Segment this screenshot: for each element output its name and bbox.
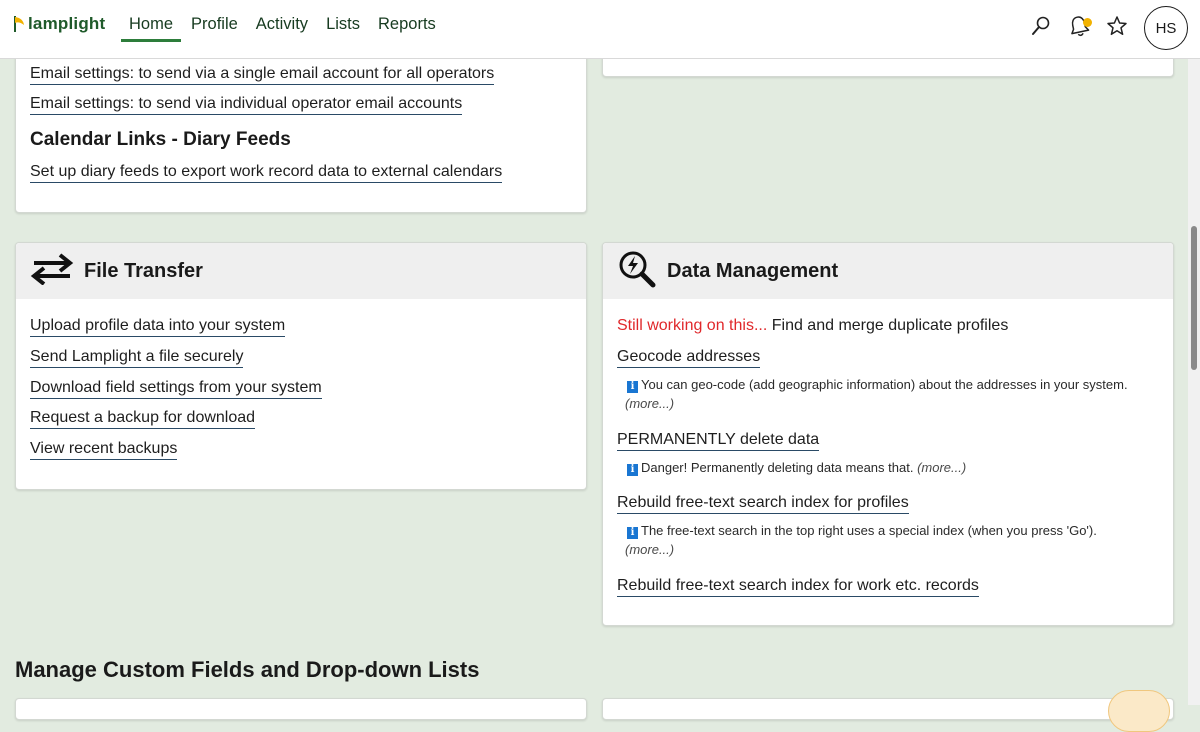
top-navigation-bar: lamplight Home Profile Activity Lists Re… [0, 0, 1200, 59]
nav-lists[interactable]: Lists [317, 0, 369, 40]
nav-activity[interactable]: Activity [247, 0, 317, 40]
search-icon [1030, 15, 1052, 42]
custom-fields-section-title: Manage Custom Fields and Drop-down Lists [15, 657, 480, 682]
delete-note: i Danger! Permanently deleting data means… [627, 458, 1157, 477]
data-management-header: Data Management [603, 243, 1173, 299]
upload-profile-data-link[interactable]: Upload profile data into your system [30, 317, 286, 337]
delete-note-text: Danger! Permanently deleting data means … [641, 460, 914, 475]
email-single-account-link[interactable]: Email settings: to send via a single ema… [30, 65, 495, 85]
merge-duplicates-text: Find and merge duplicate profiles [771, 317, 1009, 334]
nav-profile[interactable]: Profile [182, 0, 247, 40]
transfer-arrows-icon [30, 252, 74, 290]
scrollbar-thumb[interactable] [1191, 226, 1197, 370]
geocode-more-link[interactable]: (more...) [625, 396, 674, 411]
notifications-button[interactable] [1060, 9, 1098, 47]
rebuild-records-index-link[interactable]: Rebuild free-text search index for work … [617, 577, 979, 597]
info-icon: i [627, 527, 638, 539]
page-scrollbar[interactable] [1188, 58, 1200, 705]
data-search-icon [617, 249, 657, 294]
calendar-links-heading: Calendar Links - Diary Feeds [30, 129, 291, 150]
lamp-logo-icon [12, 15, 26, 33]
rebuild-profiles-index-link[interactable]: Rebuild free-text search index for profi… [617, 494, 909, 514]
custom-fields-card-left [15, 698, 587, 720]
nav-home[interactable]: Home [120, 0, 182, 42]
email-individual-accounts-link[interactable]: Email settings: to send via individual o… [30, 95, 463, 115]
view-recent-backups-link[interactable]: View recent backups [30, 440, 178, 460]
nav-reports[interactable]: Reports [369, 0, 445, 40]
header-tools: HS [1022, 6, 1188, 50]
request-backup-link[interactable]: Request a backup for download [30, 409, 256, 429]
delete-more-link[interactable]: (more...) [917, 460, 966, 475]
favourites-button[interactable] [1098, 9, 1136, 47]
delete-data-link[interactable]: PERMANENTLY delete data [617, 431, 820, 451]
rebuild-profiles-note: i The free-text search in the top right u… [627, 521, 1157, 540]
geocode-note-text: You can geo-code (add geographic informa… [641, 377, 1128, 392]
send-file-securely-link[interactable]: Send Lamplight a file securely [30, 348, 244, 368]
download-field-settings-link[interactable]: Download field settings from your system [30, 379, 322, 399]
notification-dot [1083, 18, 1092, 27]
main-nav: Home Profile Activity Lists Reports [120, 0, 445, 58]
info-icon: i [627, 381, 638, 393]
file-transfer-title: File Transfer [84, 259, 203, 282]
lamplight-logo[interactable]: lamplight [12, 10, 105, 38]
diary-feeds-link[interactable]: Set up diary feeds to export work record… [30, 163, 503, 183]
logo-text: lamplight [28, 14, 106, 33]
geocode-addresses-link[interactable]: Geocode addresses [617, 348, 761, 368]
info-icon: i [627, 464, 638, 476]
user-avatar[interactable]: HS [1144, 6, 1188, 50]
rebuild-profiles-note-text: The free-text search in the top right us… [641, 523, 1097, 538]
duplicate-profiles-row: Still working on this... Find and merge … [617, 317, 1008, 335]
rebuild-profiles-more-link[interactable]: (more...) [625, 542, 674, 557]
help-chat-button[interactable] [1108, 690, 1170, 732]
file-transfer-card: File Transfer Upload profile data into y… [15, 242, 587, 490]
data-management-card: Data Management Still working on this...… [602, 242, 1174, 626]
search-button[interactable] [1022, 9, 1060, 47]
data-management-title: Data Management [667, 259, 839, 282]
custom-fields-card-right [602, 698, 1174, 720]
file-transfer-header: File Transfer [16, 243, 586, 299]
star-icon [1106, 15, 1128, 42]
geocode-note: i You can geo-code (add geographic inform… [627, 375, 1157, 394]
work-in-progress-label: Still working on this... [617, 317, 768, 334]
